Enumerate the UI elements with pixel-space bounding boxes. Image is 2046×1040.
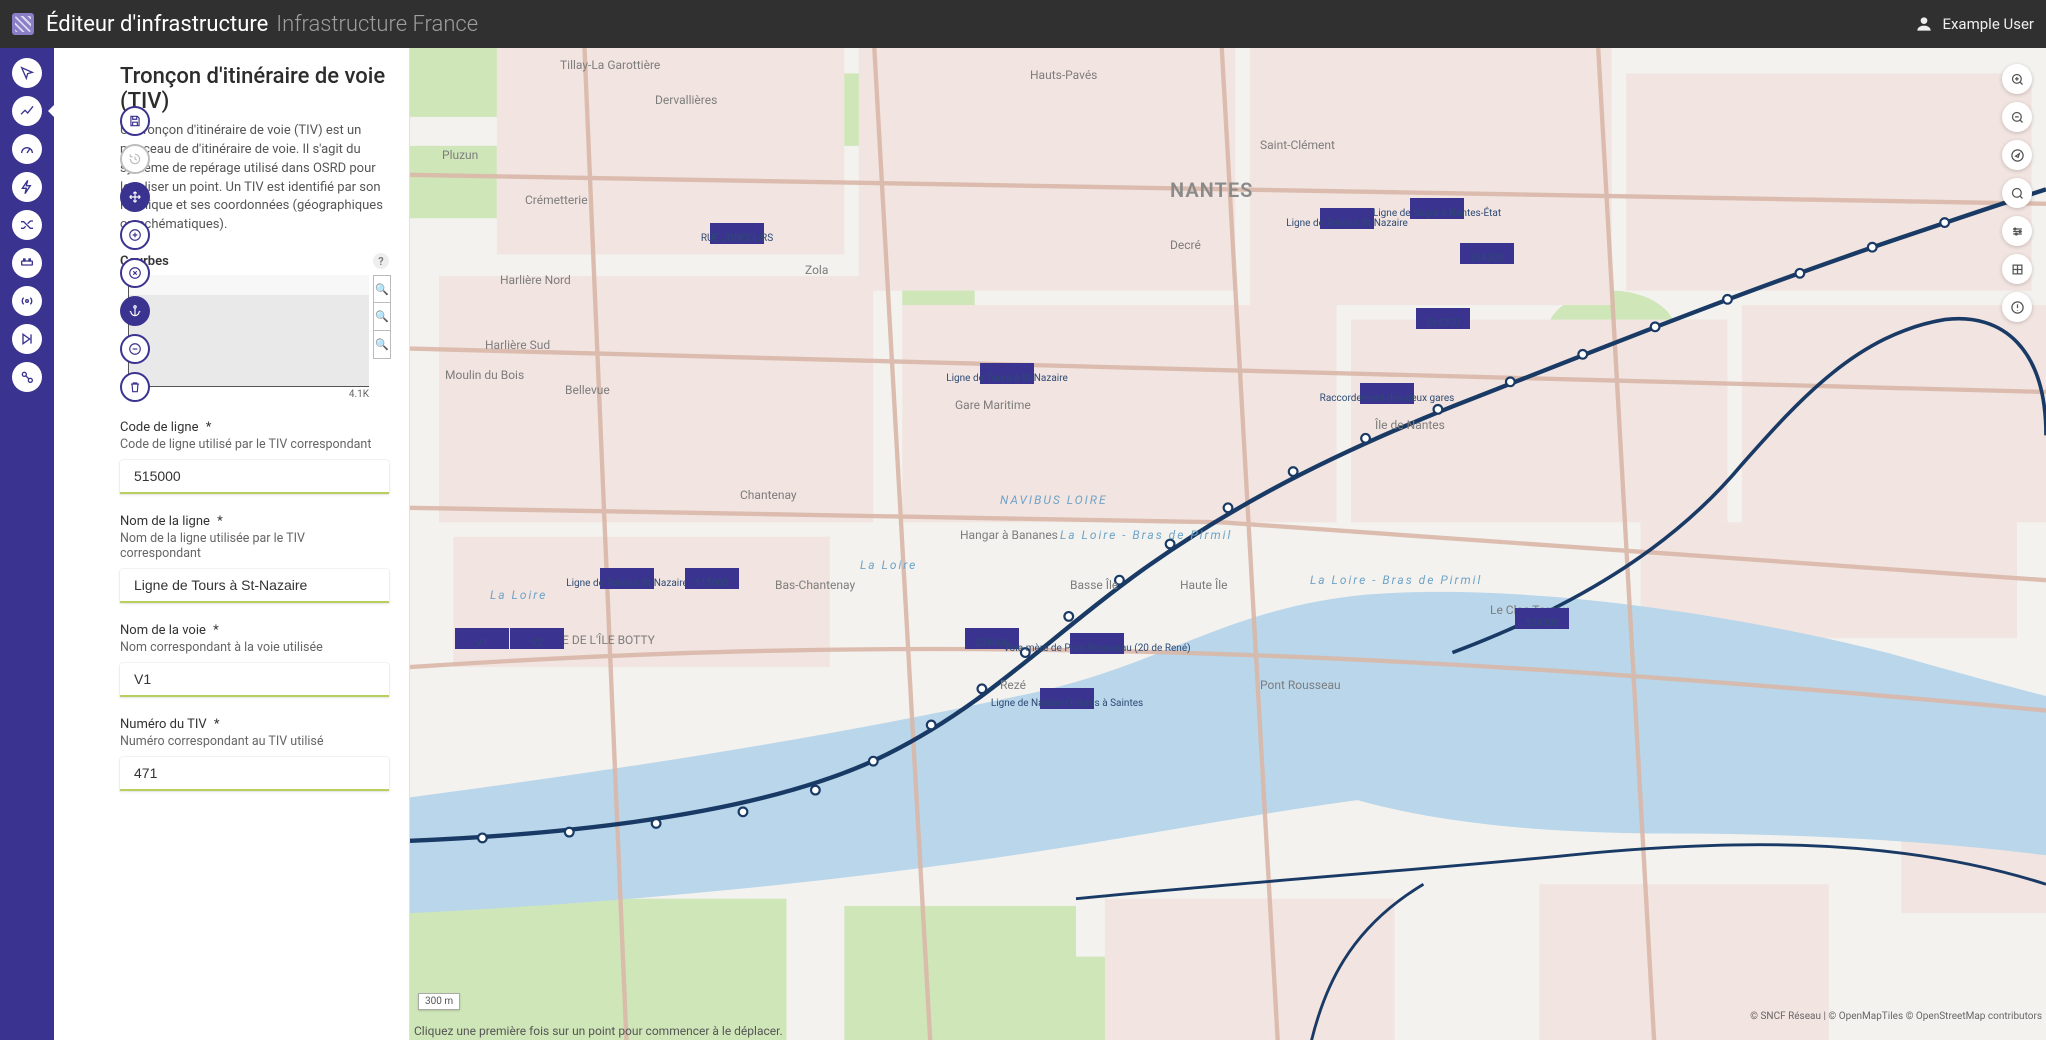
tool-pin-network[interactable] xyxy=(12,362,42,392)
layers-button[interactable] xyxy=(2002,216,2032,246)
chart-x-max: 4.1K xyxy=(349,389,369,400)
chart-zoom-out[interactable]: 🔍 xyxy=(373,331,391,359)
tool-bolt[interactable] xyxy=(12,172,42,202)
field-input[interactable] xyxy=(120,663,389,697)
field-input[interactable] xyxy=(120,757,389,791)
user-icon xyxy=(1914,14,1934,34)
app-header: Éditeur d'infrastructure Infrastructure … xyxy=(0,0,2046,48)
map-canvas xyxy=(410,48,2046,1040)
tool-gauge[interactable] xyxy=(12,134,42,164)
broadcast-icon xyxy=(19,293,35,309)
move-icon xyxy=(128,190,142,204)
field-help: Nom de la ligne utilisée par le TIV corr… xyxy=(120,531,389,561)
sliders-icon xyxy=(2010,224,2025,239)
compass-button[interactable] xyxy=(2002,140,2032,170)
anchor-button[interactable] xyxy=(120,296,150,326)
field-1: Nom de la ligne * Nom de la ligne utilis… xyxy=(120,514,389,603)
field-label: Code de ligne * xyxy=(120,420,389,435)
user-name: Example User xyxy=(1942,15,2034,33)
field-input[interactable] xyxy=(120,569,389,603)
user-menu[interactable]: Example User xyxy=(1914,14,2034,34)
app-title: Éditeur d'infrastructure xyxy=(46,12,268,37)
polyline-icon xyxy=(19,103,35,119)
map-hint: Cliquez une première fois sur un point p… xyxy=(414,1024,783,1038)
pin-network-icon xyxy=(19,369,35,385)
tool-polyline[interactable] xyxy=(12,96,42,126)
tool-select[interactable] xyxy=(12,58,42,88)
tool-shuffle[interactable] xyxy=(12,210,42,240)
move-button[interactable] xyxy=(120,182,150,212)
attribution: © SNCF Réseau | © OpenMapTiles © OpenStr… xyxy=(1750,1011,2042,1022)
add-button[interactable] xyxy=(120,220,150,250)
curves-chart: 0 4.1K 🔍 🔍 🔍 xyxy=(120,275,389,400)
bolt-icon xyxy=(19,179,35,195)
search-icon xyxy=(2010,186,2025,201)
remove-button[interactable] xyxy=(120,334,150,364)
anchor-icon xyxy=(128,304,142,318)
curves-label: Courbes ? xyxy=(120,253,389,269)
side-panel: Tronçon d'itinéraire de voie (TIV) Un tr… xyxy=(54,48,410,1040)
map[interactable]: Tillay-La GarottièreDervallièresHauts-Pa… xyxy=(410,48,2046,1040)
cursor-icon xyxy=(19,65,35,81)
grid-icon xyxy=(2010,262,2025,277)
zoom-out-button[interactable] xyxy=(2002,102,2032,132)
chart-canvas[interactable] xyxy=(128,275,369,387)
field-label: Numéro du TIV * xyxy=(120,717,389,732)
save-icon xyxy=(128,114,142,128)
save-button[interactable] xyxy=(120,106,150,136)
panel-title: Tronçon d'itinéraire de voie (TIV) xyxy=(120,64,389,114)
app-subtitle: Infrastructure France xyxy=(276,12,478,37)
zoom-in-icon xyxy=(2010,72,2025,87)
zoom-in-button[interactable] xyxy=(2002,64,2032,94)
grid-button[interactable] xyxy=(2002,254,2032,284)
close-button[interactable] xyxy=(120,258,150,288)
play-next-icon xyxy=(19,331,35,347)
alert-button[interactable] xyxy=(2002,292,2032,322)
field-label: Nom de la ligne * xyxy=(120,514,389,529)
minus-circle-icon xyxy=(128,342,142,356)
tool-play-next[interactable] xyxy=(12,324,42,354)
scale-bar: 300 m xyxy=(418,993,460,1010)
chart-zoom-reset[interactable]: 🔍 xyxy=(373,303,391,331)
zoom-out-icon xyxy=(2010,110,2025,125)
field-3: Numéro du TIV * Numéro correspondant au … xyxy=(120,717,389,791)
field-2: Nom de la voie * Nom correspondant à la … xyxy=(120,623,389,697)
close-circle-icon xyxy=(128,266,142,280)
platform-icon xyxy=(19,255,35,271)
field-help: Code de ligne utilisé par le TIV corresp… xyxy=(120,437,389,452)
field-help: Nom correspondant à la voie utilisée xyxy=(120,640,389,655)
compass-icon xyxy=(2010,148,2025,163)
map-search-button[interactable] xyxy=(2002,178,2032,208)
field-help: Numéro correspondant au TIV utilisé xyxy=(120,734,389,749)
tool-platform[interactable] xyxy=(12,248,42,278)
history-icon xyxy=(128,152,142,166)
curves-help[interactable]: ? xyxy=(373,253,389,269)
gauge-icon xyxy=(19,141,35,157)
app-logo xyxy=(12,13,34,35)
field-0: Code de ligne * Code de ligne utilisé pa… xyxy=(120,420,389,494)
delete-button[interactable] xyxy=(120,372,150,402)
field-label: Nom de la voie * xyxy=(120,623,389,638)
map-controls xyxy=(2002,64,2032,322)
left-rail xyxy=(0,48,54,1040)
alert-icon xyxy=(2010,300,2025,315)
panel-description: Un tronçon d'itinéraire de voie (TIV) es… xyxy=(120,122,389,235)
shuffle-icon xyxy=(19,217,35,233)
add-circle-icon xyxy=(128,228,142,242)
chart-zoom-in[interactable]: 🔍 xyxy=(373,275,391,303)
tool-broadcast[interactable] xyxy=(12,286,42,316)
panel-toolbar xyxy=(120,106,150,402)
trash-icon xyxy=(128,380,142,394)
field-input[interactable] xyxy=(120,460,389,494)
history-button[interactable] xyxy=(120,144,150,174)
